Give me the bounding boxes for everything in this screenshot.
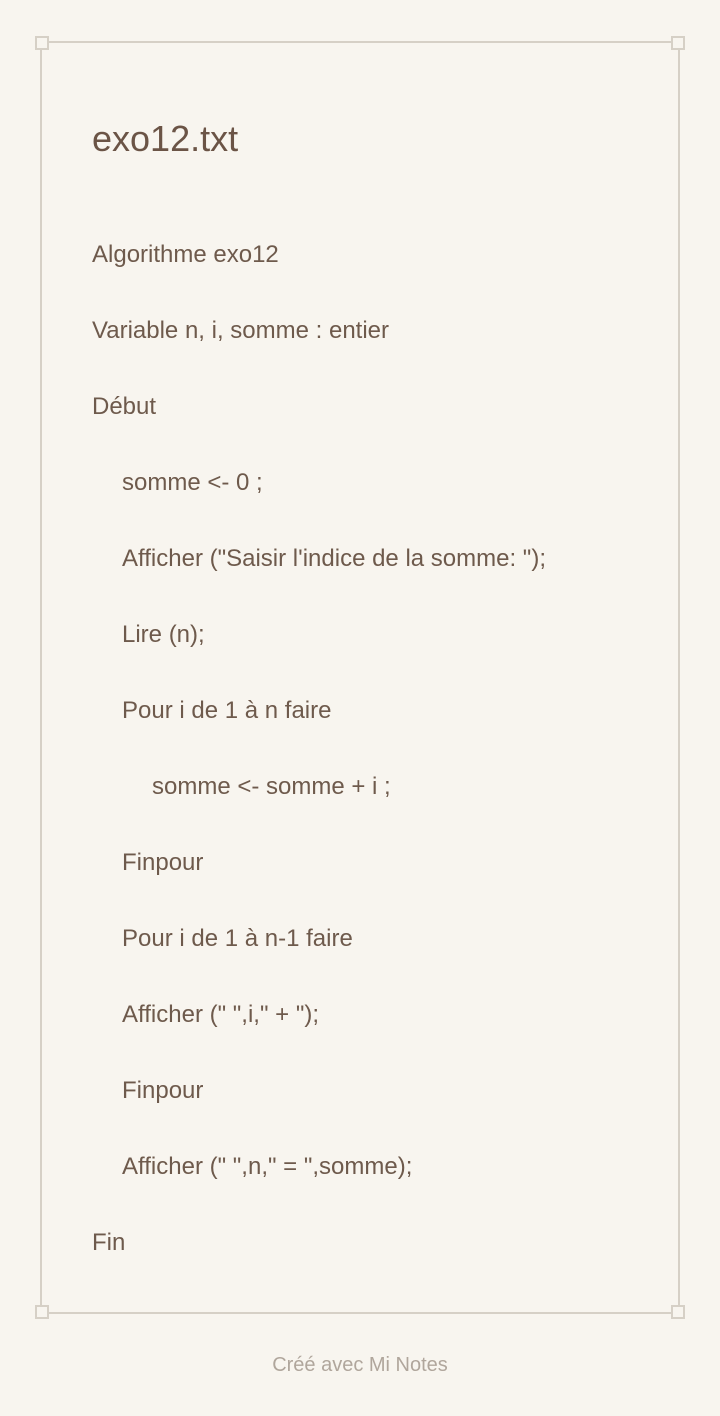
frame-corner-ornament (35, 1305, 49, 1319)
note-line: Variable n, i, somme : entier (92, 317, 390, 344)
note-line: somme <- somme + i ; (152, 773, 391, 800)
note-line: Afficher (" ",n," = ",somme); (122, 1153, 413, 1180)
note-line: Finpour (122, 1077, 204, 1104)
note-line: Finpour (122, 849, 204, 876)
note-line: Lire (n); (122, 621, 205, 648)
frame-corner-ornament (35, 36, 49, 50)
frame-corner-ornament (671, 1305, 685, 1319)
app-credit: Créé avec Mi Notes (272, 1354, 448, 1376)
note-frame (35, 36, 685, 1319)
frame-corner-ornament (671, 36, 685, 50)
note-title: exo12.txt (92, 118, 239, 159)
note-line: Algorithme exo12 (92, 241, 279, 268)
note-line: Début (92, 393, 157, 420)
note-line: Afficher ("Saisir l'indice de la somme: … (122, 545, 546, 572)
note-line: Pour i de 1 à n faire (122, 697, 332, 724)
note-line: Afficher (" ",i," + "); (122, 1001, 320, 1028)
note-line: somme <- 0 ; (122, 469, 263, 496)
note-line: Pour i de 1 à n-1 faire (122, 925, 353, 952)
note-line: Fin (92, 1229, 126, 1256)
